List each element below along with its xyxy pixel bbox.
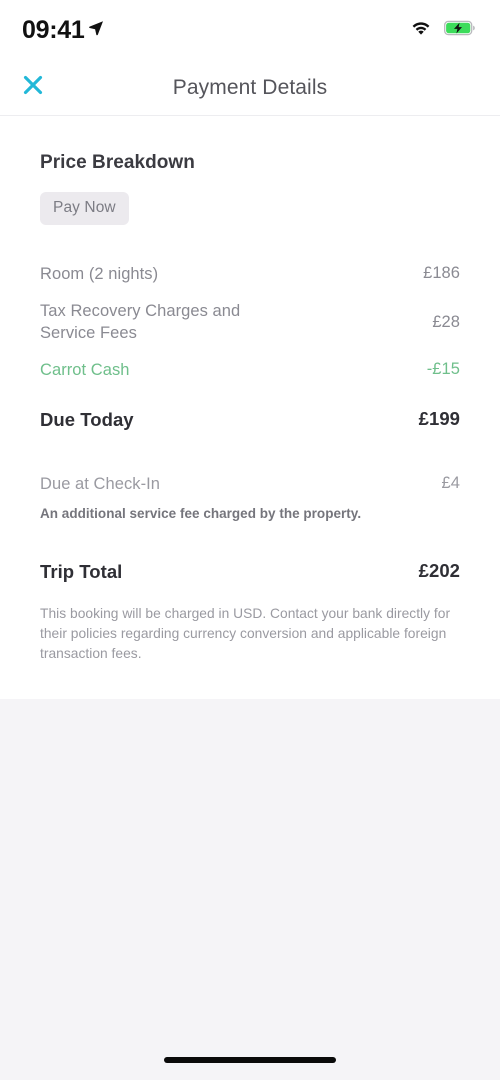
close-icon xyxy=(22,74,44,101)
section-title-price-breakdown: Price Breakdown xyxy=(40,152,195,173)
home-indicator[interactable] xyxy=(164,1057,336,1063)
line-item-value: £186 xyxy=(423,264,460,282)
close-button[interactable] xyxy=(16,71,50,105)
background-area xyxy=(0,698,500,1040)
due-today-row: Due Today £199 xyxy=(40,405,460,436)
page-title: Payment Details xyxy=(172,75,328,99)
due-at-checkin-label: Due at Check-In xyxy=(40,475,160,494)
status-bar-left: 09:41 xyxy=(22,15,104,44)
line-item-label: Carrot Cash xyxy=(40,360,130,379)
battery-charging-icon xyxy=(444,20,476,41)
home-indicator-area xyxy=(0,1040,500,1080)
due-at-checkin-note: An additional service fee charged by the… xyxy=(40,506,362,522)
currency-disclaimer: This booking will be charged in USD. Con… xyxy=(40,605,451,662)
status-bar: 09:41 xyxy=(0,0,500,60)
line-item-label: Tax Recovery Charges and Service Fees xyxy=(40,301,241,342)
location-arrow-icon xyxy=(88,20,104,41)
badge-row: Pay Now xyxy=(40,192,460,225)
line-item-carrot-cash: Carrot Cash -£15 xyxy=(40,357,460,385)
line-item-value: -£15 xyxy=(426,359,460,378)
status-time: 09:41 xyxy=(22,15,85,44)
trip-total-label: Trip Total xyxy=(40,561,123,583)
page-header: Payment Details xyxy=(0,60,500,116)
line-item-label: Room (2 nights) xyxy=(40,265,159,283)
trip-total-value: £202 xyxy=(418,560,460,582)
line-item-room: Room (2 nights) £186 xyxy=(40,261,460,289)
line-item-value: £28 xyxy=(432,313,460,332)
due-at-checkin-value: £4 xyxy=(441,474,460,493)
line-items-list: Room (2 nights) £186 Tax Recovery Charge… xyxy=(40,261,460,435)
due-at-checkin-row: Due at Check-In £4 xyxy=(40,471,460,499)
due-today-label: Due Today xyxy=(40,408,134,430)
price-breakdown-card: Price Breakdown Pay Now Room (2 nights) … xyxy=(0,116,500,699)
wifi-icon xyxy=(410,20,432,41)
phone-screen: 09:41 Payment Details Price Breakdown Pa… xyxy=(0,0,500,1080)
due-today-value: £199 xyxy=(418,407,460,429)
trip-total-row: Trip Total £202 xyxy=(40,557,460,588)
status-bar-right xyxy=(410,20,476,41)
line-item-tax-fees: Tax Recovery Charges and Service Fees £2… xyxy=(40,298,460,348)
pay-now-badge: Pay Now xyxy=(40,192,129,225)
